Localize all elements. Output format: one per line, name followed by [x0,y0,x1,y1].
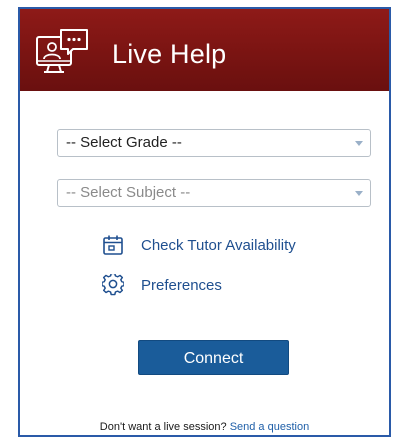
gear-icon [102,274,124,296]
subject-select-value: -- Select Subject -- [66,184,191,201]
footer-text: Don't want a live session? Send a questi… [20,421,389,433]
grade-select-value: -- Select Grade -- [66,134,182,151]
subject-select[interactable]: -- Select Subject -- [57,179,371,207]
send-question-link[interactable]: Send a question [230,421,310,433]
preferences-link[interactable]: Preferences [102,271,222,299]
calendar-icon [103,235,123,255]
footer-prompt: Don't want a live session? [99,421,230,433]
check-tutor-availability-link[interactable]: Check Tutor Availability [102,231,296,259]
chevron-down-icon [355,191,363,196]
live-help-chat-icon [36,29,88,73]
page-title: Live Help [112,39,227,69]
grade-select[interactable]: -- Select Grade -- [57,129,371,157]
chevron-down-icon [355,141,363,146]
check-tutor-availability-label: Check Tutor Availability [141,236,296,254]
panel-header: Live Help [20,9,389,91]
preferences-label: Preferences [141,276,222,294]
connect-button[interactable]: Connect [138,340,289,375]
live-help-panel: Live Help -- Select Grade -- -- Select S… [18,7,391,437]
